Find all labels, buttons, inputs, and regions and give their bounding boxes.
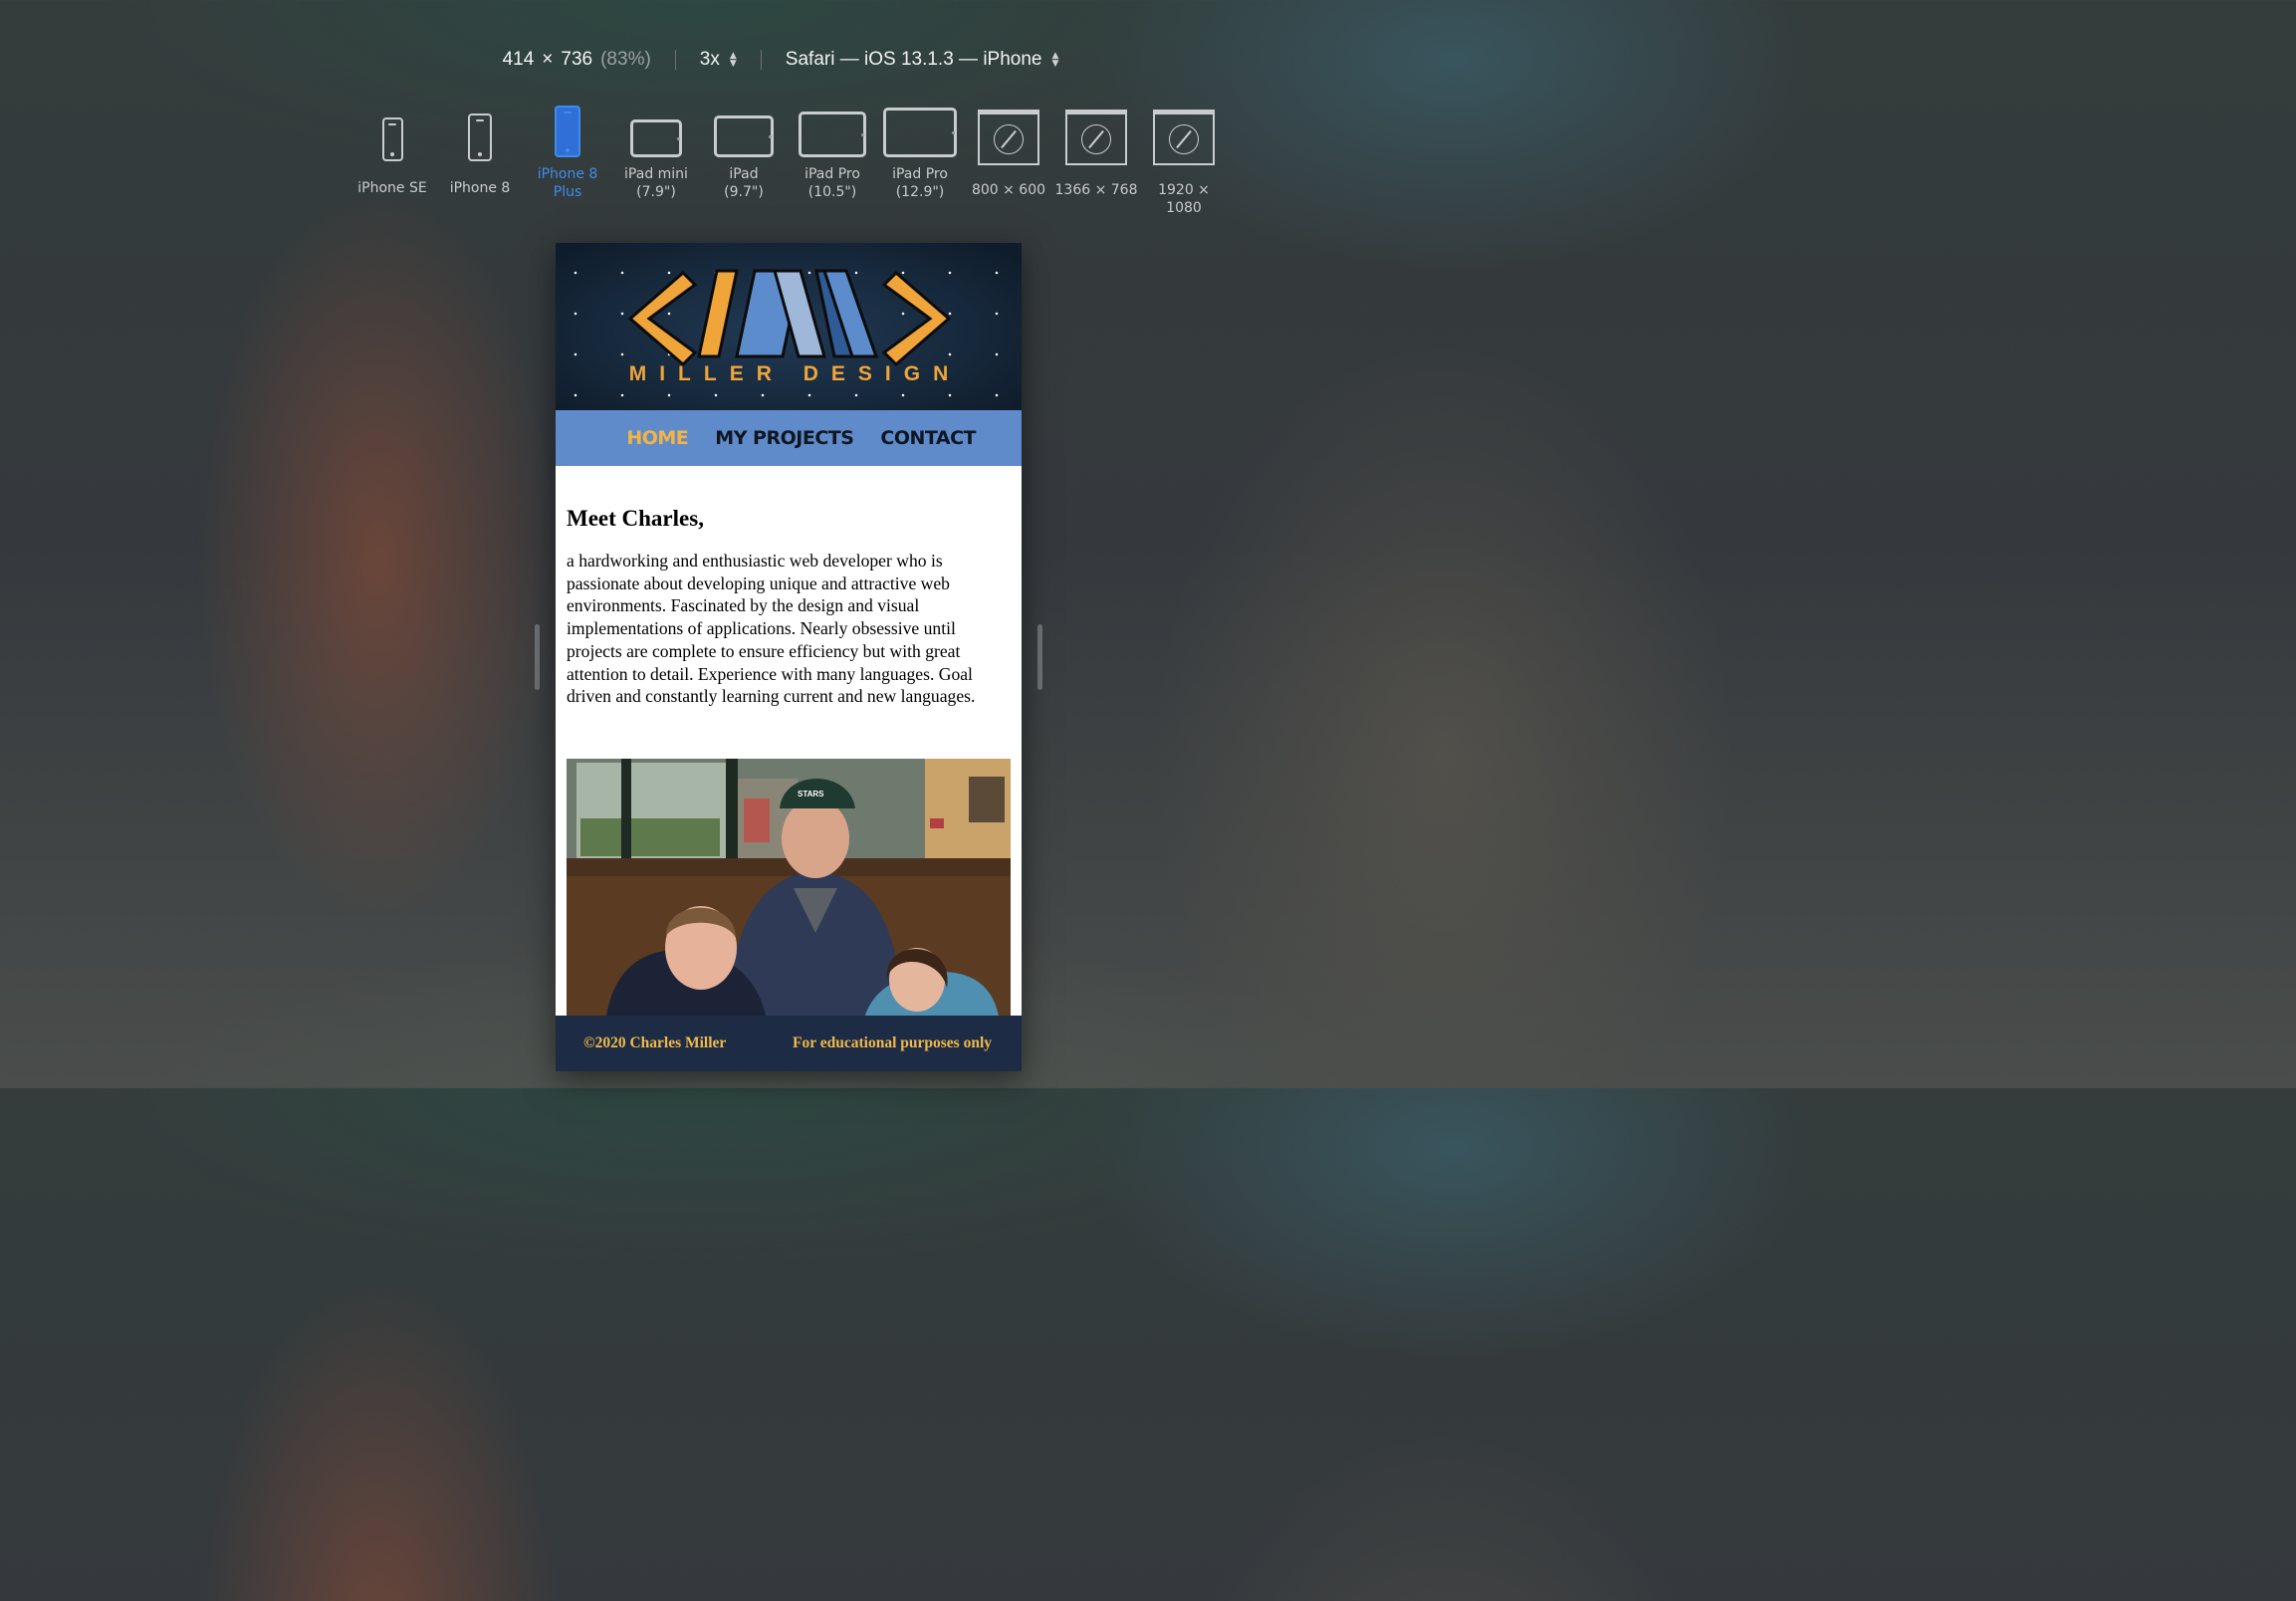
device-label: iPad Pro (12.9"): [892, 166, 948, 200]
pixel-ratio-value: 3x: [699, 49, 720, 70]
site-nav: HOME MY PROJECTS CONTACT: [556, 410, 1022, 466]
footer-notice: For educational purposes only: [793, 1034, 992, 1051]
site-header: MILLER DESIGN: [556, 243, 1022, 410]
safari-window-icon: [1153, 110, 1215, 165]
zoom-percentage: (83%): [600, 49, 651, 70]
nav-contact[interactable]: CONTACT: [880, 427, 976, 449]
device-800x600[interactable]: 800 × 600: [965, 104, 1052, 199]
up-down-chevron-icon: ▲ ▼: [1051, 51, 1059, 69]
viewport-dimensions[interactable]: 414 × 736 (83%): [479, 49, 675, 71]
device-viewport: MILLER DESIGN HOME MY PROJECTS CONTACT M…: [556, 243, 1022, 1071]
device-label: 800 × 600: [971, 182, 1046, 198]
device-label: iPhone 8: [449, 180, 511, 196]
tablet-icon: [799, 112, 866, 157]
device-label: iPad mini (7.9"): [624, 166, 688, 200]
device-1920x1080[interactable]: 1920 × 1080: [1140, 104, 1228, 217]
family-photo-illustration: STARS: [567, 759, 1011, 1016]
phone-icon: [555, 106, 580, 157]
user-agent-value: Safari — iOS 13.1.3 — iPhone: [785, 49, 1042, 70]
device-label: iPhone SE: [357, 180, 427, 196]
phone-icon: [381, 117, 403, 161]
device-iphone-se[interactable]: iPhone SE: [348, 104, 436, 197]
site-footer: ©2020 Charles Miller For educational pur…: [556, 1016, 1022, 1071]
safari-window-icon: [1065, 110, 1127, 165]
compass-icon: [1081, 123, 1111, 154]
up-down-chevron-icon: ▲ ▼: [729, 51, 737, 69]
device-ipad-pro-12-9[interactable]: iPad Pro (12.9"): [876, 104, 964, 201]
dimension-separator: ×: [542, 49, 554, 70]
phone-icon: [468, 114, 492, 161]
tablet-icon: [630, 119, 682, 157]
profile-photo: STARS: [567, 759, 1011, 1016]
tablet-icon: [883, 108, 957, 157]
compass-icon: [1169, 123, 1199, 154]
viewport-height[interactable]: 736: [561, 49, 592, 71]
footer-copyright: ©2020 Charles Miller: [583, 1034, 727, 1051]
viewport-resize-handle-right[interactable]: [1037, 624, 1042, 690]
safari-window-icon: [978, 110, 1039, 165]
device-label: 1366 × 768: [1054, 182, 1138, 198]
tablet-icon: [714, 115, 774, 157]
viewport-resize-handle-left[interactable]: [535, 624, 540, 690]
viewport-width[interactable]: 414: [503, 49, 535, 71]
device-iphone-8[interactable]: iPhone 8: [436, 104, 524, 197]
cap-text: STARS: [798, 790, 824, 799]
device-label: iPhone 8 Plus: [537, 166, 598, 200]
intro-paragraph: a hardworking and enthusiastic web devel…: [567, 551, 976, 707]
nav-my-projects[interactable]: MY PROJECTS: [715, 427, 854, 449]
intro-section: Meet Charles, a hardworking and enthusia…: [567, 506, 1005, 708]
device-ipad-pro-10-5[interactable]: iPad Pro (10.5"): [789, 104, 876, 201]
device-label: iPad (9.7"): [724, 166, 764, 200]
pixel-ratio-select[interactable]: 3x ▲ ▼: [676, 49, 761, 71]
nav-home[interactable]: HOME: [626, 427, 688, 449]
device-ipad-mini[interactable]: iPad mini (7.9"): [612, 104, 700, 201]
page-heading: Meet Charles,: [567, 506, 704, 531]
device-1366x768[interactable]: 1366 × 768: [1052, 104, 1140, 199]
device-label: iPad Pro (10.5"): [804, 166, 860, 200]
device-label: 1920 × 1080: [1158, 182, 1210, 216]
user-agent-select[interactable]: Safari — iOS 13.1.3 — iPhone ▲ ▼: [762, 49, 1083, 71]
brand-name: MILLER DESIGN: [628, 362, 962, 385]
responsive-design-toolbar: 414 × 736 (83%) 3x ▲ ▼ Safari — iOS 13.1.…: [0, 44, 1561, 76]
device-iphone-8-plus[interactable]: iPhone 8 Plus: [524, 104, 611, 201]
device-ipad[interactable]: iPad (9.7"): [700, 104, 788, 201]
compass-icon: [994, 123, 1024, 154]
